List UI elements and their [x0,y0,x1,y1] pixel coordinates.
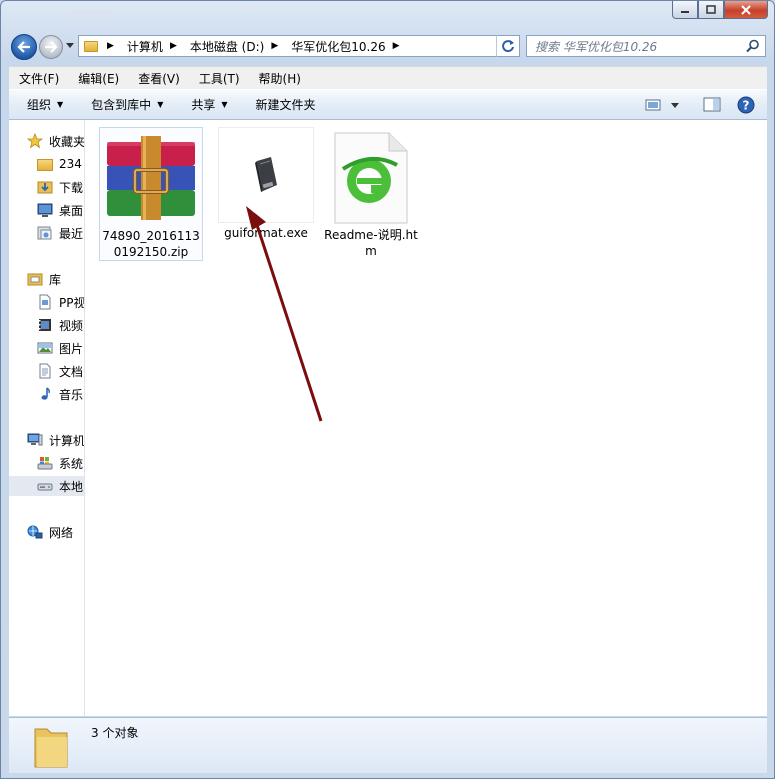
arrow-left-icon [17,41,30,53]
recent-pages-dropdown[interactable] [66,43,74,48]
command-bar: 组织 ▼ 包含到库中 ▼ 共享 ▼ 新建文件夹 ? [9,89,767,120]
preview-pane-icon[interactable] [703,97,721,113]
nav-fav-item-3[interactable]: 桌面 [37,200,84,220]
minimize-icon [681,10,689,13]
menu-view[interactable]: 查看(V) [128,70,189,87]
back-button[interactable] [11,34,37,60]
nav-fav-item-4[interactable]: 最近 [37,223,84,243]
arrow-right-icon [45,41,58,53]
close-button[interactable] [724,1,768,19]
file-name: guiformat.exe [224,226,308,240]
ie-html-icon [319,127,423,227]
winrar-archive-icon [100,128,202,228]
file-list-pane: 74890_20161130192150.zip guiformat.exe R… [85,120,767,716]
view-dropdown-icon[interactable] [671,102,679,108]
item-count: 3 个对象 [91,726,139,740]
document-icon [39,294,51,310]
address-bar[interactable]: ▶ 计算机 ▶ 本地磁盘 (D:) ▶ 华军优化包10.26 ▶ [78,35,520,57]
usb-drive-icon [218,127,314,223]
chevron-down-icon: ▼ [221,100,228,109]
file-name: 74890_20161130192150.zip [102,229,200,259]
network-icon [27,525,43,539]
maximize-button[interactable] [698,1,724,19]
pictures-icon [37,342,53,354]
nav-lib-item-3[interactable]: 图片 [37,338,84,358]
menu-edit[interactable]: 编辑(E) [68,70,128,87]
chevron-down-icon: ▼ [157,100,164,109]
breadcrumb-root[interactable]: ▶ [104,41,121,51]
organize-button[interactable]: 组织 ▼ [9,96,73,113]
breadcrumb-computer[interactable]: 计算机 ▶ [127,38,184,55]
nav-lib-item-2[interactable]: 视频 [37,315,84,335]
nav-libraries[interactable]: 库 [27,269,84,289]
nav-network[interactable]: 网络 [27,522,84,542]
explorer-window: ▶ 计算机 ▶ 本地磁盘 (D:) ▶ 华军优化包10.26 ▶ 搜索 华军优化包10… [0,0,775,779]
nav-lib-item-1[interactable]: PP视 [37,292,84,312]
view-controls: ? [645,96,755,114]
new-folder-button[interactable]: 新建文件夹 [238,96,326,113]
nav-lib-item-5[interactable]: 音乐 [37,384,84,404]
navigation-pane: 收藏夹 234 下载 桌面 最近 库 PP视 视频 图片 文档 音乐 计算机 系… [9,120,85,716]
breadcrumb-drive[interactable]: 本地磁盘 (D:) ▶ [190,38,285,55]
recent-places-icon [37,226,52,240]
file-item[interactable]: guiformat.exe [214,127,318,253]
documents-icon [39,363,51,379]
menu-tools[interactable]: 工具(T) [189,70,249,87]
folder-icon [34,728,68,768]
music-icon [41,387,50,400]
window-title-area [71,10,111,20]
file-item[interactable]: 74890_20161130192150.zip [99,127,203,261]
search-icon[interactable] [746,39,760,53]
video-icon [39,319,51,331]
refresh-icon [502,40,514,53]
forward-button[interactable] [39,35,63,59]
hard-drive-icon [37,483,53,491]
nav-fav-item-1[interactable]: 234 [37,154,84,174]
chevron-down-icon: ▼ [57,100,64,109]
nav-comp-item-2[interactable]: 本地 [9,476,84,496]
nav-computer[interactable]: 计算机 [27,430,84,450]
system-drive-icon [37,457,53,470]
share-button[interactable]: 共享 ▼ [173,96,237,113]
menu-help[interactable]: 帮助(H) [249,70,310,87]
caption-buttons [672,1,768,19]
computer-icon [27,433,43,446]
minimize-button[interactable] [672,1,698,19]
nav-comp-item-1[interactable]: 系统 [37,453,84,473]
close-icon [741,4,751,15]
file-item[interactable]: Readme-说明.htm [319,127,423,261]
include-in-library-button[interactable]: 包含到库中 ▼ [73,96,173,113]
file-name: Readme-说明.htm [324,228,418,258]
folder-icon [84,40,98,52]
maximize-icon [706,5,716,14]
library-icon [27,273,43,286]
folder-icon [37,159,53,171]
desktop-icon [37,203,53,217]
nav-lib-item-4[interactable]: 文档 [37,361,84,381]
change-view-icon[interactable] [645,98,661,112]
star-icon [27,133,43,149]
svg-text:?: ? [743,99,750,113]
nav-favorites[interactable]: 收藏夹 [27,131,84,151]
details-pane: 3 个对象 [9,717,767,773]
nav-fav-item-2[interactable]: 下载 [37,177,84,197]
menu-bar: 文件(F) 编辑(E) 查看(V) 工具(T) 帮助(H) [9,66,767,89]
search-input[interactable]: 搜索 华军优化包10.26 [526,35,766,57]
refresh-button[interactable] [496,35,520,57]
breadcrumb-folder[interactable]: 华军优化包10.26 ▶ [291,38,406,55]
menu-file[interactable]: 文件(F) [9,70,68,87]
help-icon[interactable]: ? [737,96,755,114]
downloads-folder-icon [37,181,53,194]
